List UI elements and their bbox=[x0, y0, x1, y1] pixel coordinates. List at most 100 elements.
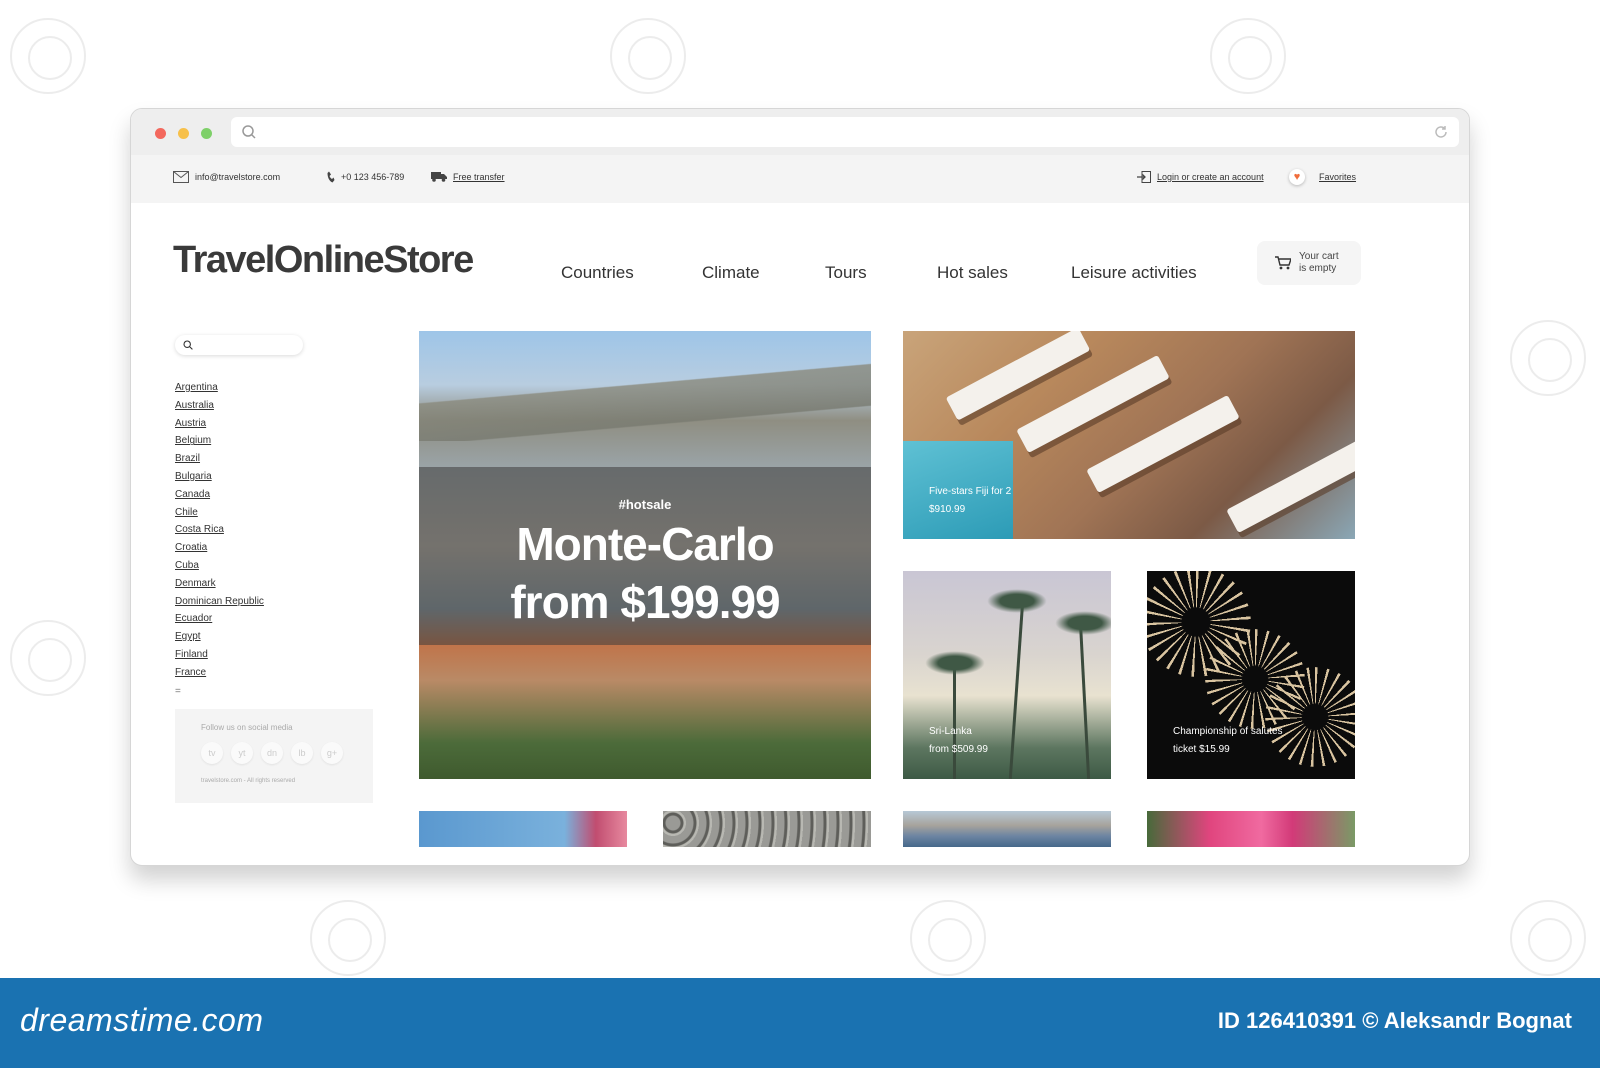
tile-salutes-offer[interactable]: Championship of salutes ticket $15.99 bbox=[1147, 571, 1355, 779]
tile-fiji-title: Five-stars Fiji for 2 bbox=[929, 486, 1012, 497]
country-link-costa-rica[interactable]: Costa Rica bbox=[175, 521, 375, 539]
tile-sri-lanka-title: Sri-Lanka bbox=[929, 726, 972, 737]
country-link-croatia[interactable]: Croatia bbox=[175, 539, 375, 557]
country-search-input[interactable] bbox=[175, 335, 303, 355]
country-sidebar: Argentina Australia Austria Belgium Braz… bbox=[175, 335, 375, 697]
stock-image-credit: ID 126410391 © Aleksandr Bognat bbox=[1217, 1008, 1572, 1033]
cart-status-line-2: is empty bbox=[1299, 263, 1337, 274]
country-link-canada[interactable]: Canada bbox=[175, 486, 375, 504]
social-media-box: Follow us on social media tv yt dn lb g+… bbox=[175, 709, 373, 803]
gplus-social-icon[interactable]: g+ bbox=[321, 742, 343, 764]
country-link-ecuador[interactable]: Ecuador bbox=[175, 610, 375, 628]
watermark-icon bbox=[910, 900, 986, 976]
tile-harbor-photo[interactable] bbox=[903, 811, 1111, 847]
tv-social-icon[interactable]: tv bbox=[201, 742, 223, 764]
heart-icon: ♥ bbox=[1289, 169, 1305, 185]
site-header: TravelOnlineStore Countries Climate Tour… bbox=[131, 203, 1469, 313]
nav-tours[interactable]: Tours bbox=[825, 263, 867, 283]
site-topbar: info@travelstore.com +0 123 456-789 Free… bbox=[131, 155, 1469, 203]
email-link[interactable]: info@travelstore.com bbox=[173, 171, 280, 183]
browser-window: info@travelstore.com +0 123 456-789 Free… bbox=[130, 108, 1470, 866]
email-text: info@travelstore.com bbox=[195, 172, 281, 182]
tile-fiji-price: $910.99 bbox=[929, 504, 966, 515]
phone-link[interactable]: +0 123 456-789 bbox=[327, 171, 404, 183]
country-link-egypt[interactable]: Egypt bbox=[175, 628, 375, 646]
site-logo[interactable]: TravelOnlineStore bbox=[173, 239, 474, 282]
country-list: Argentina Australia Austria Belgium Braz… bbox=[175, 379, 375, 682]
hero-title-line-1: Monte-Carlo bbox=[516, 518, 774, 570]
envelope-icon bbox=[173, 171, 189, 183]
login-link[interactable]: Login or create an account bbox=[1137, 171, 1264, 183]
cart-button[interactable]: Your cart is empty bbox=[1257, 241, 1361, 285]
tile-fiji-offer[interactable]: Five-stars Fiji for 2 $910.99 bbox=[903, 331, 1355, 539]
watermark-icon bbox=[610, 18, 686, 94]
palm-leaves bbox=[987, 589, 1047, 613]
tile-flower-photo[interactable] bbox=[1147, 811, 1355, 847]
cart-status: Your cart is empty bbox=[1299, 251, 1339, 275]
country-link-denmark[interactable]: Denmark bbox=[175, 575, 375, 593]
tile-beach-photo[interactable] bbox=[419, 811, 627, 847]
address-bar[interactable] bbox=[231, 117, 1459, 147]
minimize-window-button[interactable] bbox=[178, 128, 189, 139]
tile-sri-lanka-offer[interactable]: Sri-Lanka from $509.99 bbox=[903, 571, 1111, 779]
palm-trunk bbox=[1078, 621, 1091, 779]
social-icons: tv yt dn lb g+ bbox=[201, 742, 373, 764]
social-title: Follow us on social media bbox=[201, 723, 293, 732]
country-link-cuba[interactable]: Cuba bbox=[175, 557, 375, 575]
close-window-button[interactable] bbox=[155, 128, 166, 139]
stock-credit-banner: dreamstime.com ID 126410391 © Aleksandr … bbox=[0, 978, 1600, 1068]
country-link-chile[interactable]: Chile bbox=[175, 504, 375, 522]
country-link-belgium[interactable]: Belgium bbox=[175, 432, 375, 450]
reload-icon[interactable] bbox=[1433, 124, 1449, 140]
country-link-austria[interactable]: Austria bbox=[175, 415, 375, 433]
palm-trunk bbox=[1008, 601, 1025, 779]
nav-hot-sales[interactable]: Hot sales bbox=[937, 263, 1008, 283]
truck-icon bbox=[431, 172, 447, 182]
phone-icon bbox=[327, 171, 335, 183]
tile-sri-lanka-caption: Sri-Lanka from $509.99 bbox=[929, 723, 988, 759]
login-icon bbox=[1137, 171, 1151, 183]
tile-salutes-price: ticket $15.99 bbox=[1173, 744, 1230, 755]
cart-icon bbox=[1275, 256, 1291, 270]
free-transfer-text: Free transfer bbox=[453, 171, 505, 182]
search-icon bbox=[242, 125, 256, 139]
dn-social-icon[interactable]: dn bbox=[261, 742, 283, 764]
phone-text: +0 123 456-789 bbox=[341, 172, 405, 182]
maximize-window-button[interactable] bbox=[201, 128, 212, 139]
palm-trunk bbox=[953, 661, 956, 779]
nav-climate[interactable]: Climate bbox=[702, 263, 760, 283]
tile-pebbles-photo[interactable] bbox=[663, 811, 871, 847]
tile-sri-lanka-price: from $509.99 bbox=[929, 744, 988, 755]
more-countries-button[interactable]: = bbox=[175, 686, 375, 697]
country-link-france[interactable]: France bbox=[175, 664, 375, 682]
hero-banner-monte-carlo[interactable]: #hotsale Monte-Carlo from $199.99 bbox=[419, 331, 871, 779]
watermark-icon bbox=[1510, 320, 1586, 396]
free-transfer-link[interactable]: Free transfer bbox=[431, 171, 505, 182]
login-text: Login or create an account bbox=[1157, 172, 1264, 182]
search-icon bbox=[183, 340, 193, 350]
cart-status-line-1: Your cart bbox=[1299, 251, 1339, 262]
lb-social-icon[interactable]: lb bbox=[291, 742, 313, 764]
country-link-bulgaria[interactable]: Bulgaria bbox=[175, 468, 375, 486]
watermark-icon bbox=[310, 900, 386, 976]
country-link-dominican-republic[interactable]: Dominican Republic bbox=[175, 593, 375, 611]
lounger-image bbox=[1226, 434, 1355, 534]
country-link-brazil[interactable]: Brazil bbox=[175, 450, 375, 468]
stock-brand-logo: dreamstime.com bbox=[20, 1002, 264, 1038]
nav-leisure-activities[interactable]: Leisure activities bbox=[1071, 263, 1197, 283]
watermark-icon bbox=[1210, 18, 1286, 94]
country-link-finland[interactable]: Finland bbox=[175, 646, 375, 664]
country-link-australia[interactable]: Australia bbox=[175, 397, 375, 415]
hero-mountains bbox=[419, 361, 871, 441]
favorites-link[interactable]: ♥ Favorites bbox=[1289, 169, 1356, 185]
hero-title-line-2: from $199.99 bbox=[510, 576, 780, 628]
favorites-text: Favorites bbox=[1319, 172, 1357, 182]
hero-tag[interactable]: #hotsale bbox=[419, 497, 871, 512]
watermark-icon bbox=[10, 18, 86, 94]
browser-titlebar bbox=[131, 109, 1469, 155]
yt-social-icon[interactable]: yt bbox=[231, 742, 253, 764]
copyright-text: travelstore.com - All rights reserved bbox=[201, 778, 296, 784]
country-link-argentina[interactable]: Argentina bbox=[175, 379, 375, 397]
tile-salutes-caption: Championship of salutes ticket $15.99 bbox=[1173, 723, 1283, 759]
nav-countries[interactable]: Countries bbox=[561, 263, 634, 283]
